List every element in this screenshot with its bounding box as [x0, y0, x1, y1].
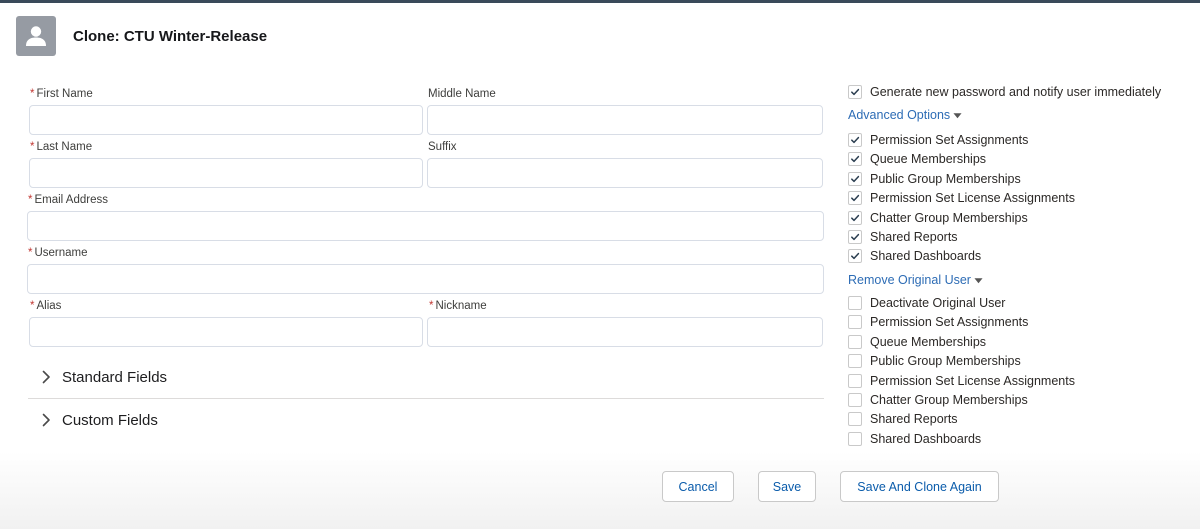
- remove-permission-set-assignments-option[interactable]: Permission Set Assignments: [848, 313, 1028, 331]
- advanced-chatter-group-memberships-label: Chatter Group Memberships: [870, 210, 1028, 225]
- remove-permission-set-license-assignments-option[interactable]: Permission Set License Assignments: [848, 372, 1075, 390]
- advanced-shared-dashboards-label: Shared Dashboards: [870, 249, 982, 264]
- page-title: Clone: CTU Winter-Release: [73, 27, 268, 45]
- nickname-label: * Nickname: [429, 300, 487, 312]
- email-input[interactable]: [27, 211, 824, 241]
- remove-shared-dashboards-option[interactable]: Shared Dashboards: [848, 430, 981, 448]
- username-label: * Username: [28, 247, 88, 259]
- checkmark-icon: [851, 195, 860, 202]
- standard-fields-label: Standard Fields: [62, 368, 168, 386]
- remove-public-group-memberships-label: Public Group Memberships: [870, 354, 1021, 369]
- remove-chatter-group-memberships-option[interactable]: Chatter Group Memberships: [848, 391, 1028, 409]
- modal-footer: [0, 452, 1200, 529]
- email-label: * Email Address: [28, 194, 108, 206]
- chevron-right-icon: [42, 413, 50, 427]
- checkmark-icon: [851, 214, 860, 221]
- remove-original-user-label: Remove Original User: [848, 273, 971, 287]
- alias-label: * Alias: [30, 300, 62, 312]
- required-marker: *: [28, 247, 33, 259]
- remove-deactivate-original-user-option[interactable]: Deactivate Original User: [848, 294, 1005, 312]
- nickname-input[interactable]: [427, 317, 823, 347]
- remove-shared-reports-checkbox[interactable]: [848, 412, 862, 427]
- top-rule: [0, 0, 1200, 3]
- remove-queue-memberships-checkbox[interactable]: [848, 334, 862, 349]
- first-name-input[interactable]: [29, 105, 423, 135]
- checkmark-icon: [851, 156, 860, 163]
- required-marker: *: [429, 300, 434, 312]
- custom-fields-section[interactable]: Custom Fields: [28, 399, 824, 441]
- middle-name-label: Middle Name: [428, 88, 496, 100]
- advanced-permission-set-assignments-option[interactable]: Permission Set Assignments: [848, 131, 1028, 149]
- generate-password-option[interactable]: Generate new password and notify user im…: [848, 83, 1161, 101]
- standard-fields-section[interactable]: Standard Fields: [28, 356, 824, 398]
- checkmark-icon: [851, 136, 860, 144]
- checkmark-icon: [851, 253, 860, 260]
- remove-queue-memberships-option[interactable]: Queue Memberships: [848, 333, 986, 351]
- advanced-shared-reports-option[interactable]: Shared Reports: [848, 228, 958, 246]
- generate-password-checkbox[interactable]: [848, 85, 862, 99]
- cancel-button[interactable]: Cancel: [662, 471, 734, 502]
- remove-shared-dashboards-checkbox[interactable]: [848, 431, 862, 446]
- advanced-queue-memberships-checkbox[interactable]: [848, 152, 862, 167]
- modal-header: Clone: CTU Winter-Release: [16, 16, 267, 56]
- remove-permission-set-license-assignments-label: Permission Set License Assignments: [870, 373, 1075, 388]
- alias-input[interactable]: [29, 317, 423, 347]
- advanced-chatter-group-memberships-option[interactable]: Chatter Group Memberships: [848, 209, 1028, 227]
- generate-password-label: Generate new password and notify user im…: [870, 85, 1162, 99]
- remove-permission-set-assignments-label: Permission Set Assignments: [870, 315, 1029, 330]
- first-name-label: * First Name: [30, 88, 93, 100]
- checkmark-icon: [851, 88, 860, 96]
- remove-permission-set-license-assignments-checkbox[interactable]: [848, 373, 862, 388]
- remove-public-group-memberships-option[interactable]: Public Group Memberships: [848, 352, 1021, 370]
- suffix-input[interactable]: [427, 158, 823, 188]
- advanced-shared-dashboards-option[interactable]: Shared Dashboards: [848, 247, 981, 265]
- suffix-label: Suffix: [428, 141, 457, 153]
- save-button[interactable]: Save: [758, 471, 816, 502]
- save-and-clone-again-button[interactable]: Save And Clone Again: [840, 471, 999, 502]
- remove-chatter-group-memberships-label: Chatter Group Memberships: [870, 393, 1028, 407]
- remove-queue-memberships-label: Queue Memberships: [870, 334, 987, 349]
- chevron-right-icon: [42, 370, 50, 384]
- required-marker: *: [30, 141, 35, 153]
- last-name-input[interactable]: [29, 158, 423, 188]
- required-marker: *: [28, 194, 33, 206]
- advanced-queue-memberships-option[interactable]: Queue Memberships: [848, 150, 986, 168]
- middle-name-input[interactable]: [427, 105, 823, 135]
- remove-shared-reports-option[interactable]: Shared Reports: [848, 410, 958, 428]
- remove-shared-reports-label: Shared Reports: [870, 412, 958, 427]
- advanced-queue-memberships-label: Queue Memberships: [870, 152, 987, 167]
- advanced-shared-reports-label: Shared Reports: [870, 230, 958, 244]
- user-icon: [26, 26, 46, 46]
- advanced-public-group-memberships-option[interactable]: Public Group Memberships: [848, 170, 1021, 188]
- advanced-chatter-group-memberships-checkbox[interactable]: [848, 210, 862, 225]
- custom-fields-label: Custom Fields: [62, 411, 158, 429]
- caret-down-icon: [953, 112, 962, 118]
- advanced-shared-dashboards-checkbox[interactable]: [848, 249, 862, 264]
- advanced-public-group-memberships-label: Public Group Memberships: [870, 171, 1021, 186]
- remove-shared-dashboards-label: Shared Dashboards: [870, 431, 982, 446]
- user-avatar: [16, 16, 56, 56]
- remove-permission-set-assignments-checkbox[interactable]: [848, 315, 862, 330]
- remove-chatter-group-memberships-checkbox[interactable]: [848, 393, 862, 407]
- required-marker: *: [30, 88, 35, 100]
- advanced-public-group-memberships-checkbox[interactable]: [848, 171, 862, 186]
- remove-deactivate-original-user-label: Deactivate Original User: [870, 296, 1006, 310]
- advanced-shared-reports-checkbox[interactable]: [848, 230, 862, 244]
- advanced-permission-set-assignments-checkbox[interactable]: [848, 133, 862, 147]
- advanced-permission-set-license-assignments-label: Permission Set License Assignments: [870, 191, 1075, 206]
- checkmark-icon: [851, 233, 860, 241]
- username-input[interactable]: [27, 264, 824, 294]
- checkmark-icon: [851, 175, 860, 182]
- remove-public-group-memberships-checkbox[interactable]: [848, 354, 862, 369]
- remove-deactivate-original-user-checkbox[interactable]: [848, 296, 862, 310]
- advanced-options-toggle[interactable]: Advanced Options: [848, 108, 962, 122]
- advanced-permission-set-license-assignments-option[interactable]: Permission Set License Assignments: [848, 189, 1075, 207]
- advanced-permission-set-assignments-label: Permission Set Assignments: [870, 133, 1029, 147]
- caret-down-icon: [974, 277, 983, 283]
- advanced-options-label: Advanced Options: [848, 108, 951, 122]
- remove-original-user-toggle[interactable]: Remove Original User: [848, 273, 983, 287]
- required-marker: *: [30, 300, 35, 312]
- advanced-permission-set-license-assignments-checkbox[interactable]: [848, 191, 862, 206]
- last-name-label: * Last Name: [30, 141, 93, 153]
